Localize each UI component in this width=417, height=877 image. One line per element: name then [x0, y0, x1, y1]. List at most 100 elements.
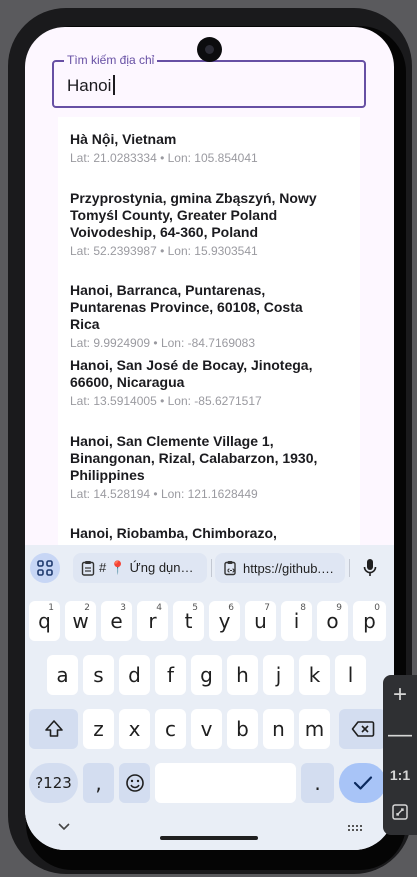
result-coords: Lat: 13.5914005 • Lon: -85.6271517 [70, 394, 262, 408]
result-coords: Lat: 9.9924909 • Lon: -84.7169083 [70, 336, 256, 350]
result-coords: Lat: 52.2393987 • Lon: 15.9303541 [70, 244, 258, 258]
symbols-key[interactable]: ?123 [29, 763, 78, 803]
key-number-hint: 4 [156, 603, 162, 613]
key-number-hint: 1 [48, 603, 54, 613]
key-label: i [293, 609, 300, 633]
key-l[interactable]: l [335, 655, 366, 695]
key-z[interactable]: z [83, 709, 114, 749]
result-name: Przyprostynia, gmina Zbąszyń, Nowy Tomyś… [70, 190, 317, 240]
key-x[interactable]: x [119, 709, 150, 749]
result-name: Hanoi, San Clemente Village 1, Binangona… [70, 433, 318, 483]
key-label: x [128, 717, 141, 741]
key-label: . [314, 771, 321, 795]
key-label: g [200, 663, 213, 687]
key-b[interactable]: b [227, 709, 258, 749]
key-n[interactable]: n [263, 709, 294, 749]
search-input[interactable]: Hanoi [67, 75, 115, 96]
key-label: f [166, 663, 175, 687]
key-r[interactable]: r4 [137, 601, 168, 641]
shift-icon [44, 720, 63, 737]
result-name: Hà Nội, Vietnam [70, 131, 177, 147]
key-w[interactable]: w2 [65, 601, 96, 641]
key-a[interactable]: a [47, 655, 78, 695]
result-coords: Lat: 14.528194 • Lon: 121.1628449 [70, 487, 258, 501]
enter-key[interactable] [339, 763, 386, 803]
key-m[interactable]: m [299, 709, 330, 749]
key-number-hint: 8 [300, 603, 306, 613]
key-j[interactable]: j [263, 655, 294, 695]
fit-screen-button[interactable] [383, 803, 417, 826]
gesture-home-bar[interactable] [160, 836, 258, 840]
key-q[interactable]: q1 [29, 601, 60, 641]
key-y[interactable]: y6 [209, 601, 240, 641]
hide-keyboard-button[interactable] [57, 819, 71, 837]
key-u[interactable]: u7 [245, 601, 276, 641]
key-p[interactable]: p0 [353, 601, 386, 641]
backspace-key[interactable] [339, 709, 386, 749]
key-label: a [56, 663, 69, 687]
fit-screen-icon [392, 804, 408, 820]
key-k[interactable]: k [299, 655, 330, 695]
key-o[interactable]: o9 [317, 601, 348, 641]
backspace-icon [351, 721, 374, 737]
voice-input-button[interactable] [358, 553, 382, 583]
address-search-field[interactable]: Tìm kiếm địa chỉ Hanoi [52, 53, 366, 108]
chip-divider [211, 559, 212, 577]
result-name: Hanoi, Barranca, Puntarenas, Puntarenas … [70, 282, 303, 332]
search-field-label: Tìm kiếm địa chỉ [64, 53, 158, 67]
apps-grid-icon [37, 560, 53, 576]
comma-key[interactable]: , [83, 763, 114, 803]
key-number-hint: 9 [336, 603, 342, 613]
result-item[interactable]: Przyprostynia, gmina Zbąszyń, Nowy Tomyś… [70, 190, 330, 258]
phone-screen: Tìm kiếm địa chỉ Hanoi Hà Nội, Vietnam L… [25, 27, 394, 850]
key-label: k [308, 663, 321, 687]
actual-size-button[interactable]: 1:1 [383, 767, 417, 783]
key-f[interactable]: f [155, 655, 186, 695]
link-clipboard-icon [224, 561, 236, 576]
key-label: d [128, 663, 141, 687]
result-item[interactable]: Hanoi, San Clemente Village 1, Binangona… [70, 433, 330, 501]
zoom-in-icon[interactable]: + [383, 681, 417, 709]
key-d[interactable]: d [119, 655, 150, 695]
camera-cutout [197, 37, 222, 62]
key-label: j [275, 663, 282, 687]
clipboard-suggestion-text: # 📍 Ứng dụn… [99, 560, 194, 575]
key-e[interactable]: e3 [101, 601, 132, 641]
keyboard-switch-button[interactable] [347, 821, 363, 839]
shift-key[interactable] [29, 709, 78, 749]
key-label: b [236, 717, 249, 741]
space-bar[interactable] [155, 763, 296, 803]
period-key[interactable]: . [301, 763, 334, 803]
emoji-key[interactable] [119, 763, 150, 803]
chip-divider [349, 559, 350, 577]
key-label: , [95, 771, 102, 795]
results-list: Hà Nội, Vietnam Lat: 21.0283334 • Lon: 1… [58, 117, 360, 557]
result-item[interactable]: Hà Nội, Vietnam Lat: 21.0283334 • Lon: 1… [70, 131, 330, 165]
text-caret [113, 75, 115, 95]
key-t[interactable]: t5 [173, 601, 204, 641]
key-v[interactable]: v [191, 709, 222, 749]
chevron-down-icon [58, 823, 70, 831]
key-s[interactable]: s [83, 655, 114, 695]
link-suggestion-chip[interactable]: https://github.… [215, 553, 345, 583]
key-c[interactable]: c [155, 709, 186, 749]
link-suggestion-text: https://github.… [243, 560, 335, 576]
on-screen-keyboard: # 📍 Ứng dụn… https://github.… q1 w2 e3 r… [25, 545, 394, 850]
key-g[interactable]: g [191, 655, 222, 695]
key-label: n [272, 717, 285, 741]
emoji-icon [125, 774, 144, 792]
clipboard-icon [81, 561, 95, 576]
zoom-out-icon[interactable]: — [383, 721, 417, 749]
keyboard-icon [348, 825, 362, 831]
result-item[interactable]: Hanoi, San José de Bocay, Jinotega, 6660… [70, 357, 330, 408]
checkmark-icon [353, 776, 372, 790]
key-label: h [236, 663, 249, 687]
key-i[interactable]: i8 [281, 601, 312, 641]
key-h[interactable]: h [227, 655, 258, 695]
result-coords: Lat: 21.0283334 • Lon: 105.854041 [70, 151, 258, 165]
apps-grid-button[interactable] [30, 553, 60, 583]
result-item[interactable]: Hanoi, Barranca, Puntarenas, Puntarenas … [70, 282, 330, 350]
key-number-hint: 2 [84, 603, 90, 613]
key-label: v [200, 717, 213, 741]
clipboard-suggestion-chip[interactable]: # 📍 Ứng dụn… [73, 553, 207, 583]
